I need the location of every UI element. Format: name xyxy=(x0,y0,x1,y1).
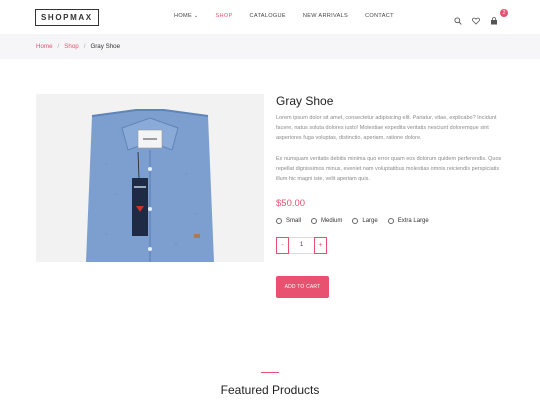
quantity-input[interactable]: 1 xyxy=(289,237,314,254)
site-logo[interactable]: SHOPMAX xyxy=(35,9,99,26)
size-option-extra-large[interactable]: Extra Large xyxy=(387,218,429,224)
heart-icon[interactable] xyxy=(472,12,480,25)
breadcrumb-separator: / xyxy=(83,43,86,50)
size-option-small[interactable]: Small xyxy=(276,218,301,224)
size-option-medium[interactable]: Medium xyxy=(311,218,342,224)
radio-medium[interactable] xyxy=(311,218,318,224)
search-icon[interactable] xyxy=(454,12,462,25)
radio-extra-large[interactable] xyxy=(387,218,394,224)
product-description: Lorem ipsum dolor sit amet, consectetur … xyxy=(276,115,497,141)
site-header: SHOPMAX HOME ⌄ SHOP CATALOGUE NEW ARRIVAL… xyxy=(0,0,540,34)
nav-new-arrivals[interactable]: NEW ARRIVALS xyxy=(303,13,348,19)
breadcrumb-shop[interactable]: Shop xyxy=(64,43,78,50)
product-price: $50.00 xyxy=(276,198,306,209)
product-image xyxy=(36,94,264,262)
featured-products-heading: Featured Products xyxy=(220,383,320,397)
size-label: Medium xyxy=(321,218,343,224)
nav-shop[interactable]: SHOP xyxy=(215,13,232,19)
add-to-cart-button[interactable]: ADD TO CART xyxy=(276,276,329,298)
quantity-decrease-button[interactable]: - xyxy=(276,237,289,254)
radio-large[interactable] xyxy=(352,218,359,224)
size-label: Small xyxy=(286,218,302,224)
main-nav: HOME ⌄ SHOP CATALOGUE NEW ARRIVALS CONTAC… xyxy=(174,13,411,19)
size-label: Large xyxy=(362,218,378,224)
chevron-down-icon: ⌄ xyxy=(193,13,199,19)
quantity-increase-button[interactable]: + xyxy=(314,237,327,254)
breadcrumb-home[interactable]: Home xyxy=(36,43,53,50)
size-label: Extra Large xyxy=(397,218,429,224)
nav-home-label: HOME xyxy=(174,13,192,19)
section-divider xyxy=(261,372,279,374)
breadcrumb-current: Gray Shoe xyxy=(90,43,121,50)
product-title: Gray Shoe xyxy=(276,94,334,108)
size-options: Small Medium Large Extra Large xyxy=(276,218,439,224)
breadcrumb-bar: Home / Shop / Gray Shoe xyxy=(0,34,540,59)
cart-count-badge: 2 xyxy=(500,9,508,17)
quantity-stepper: - 1 + xyxy=(276,237,327,254)
product-description: Ex numquam veritatis debitis minima quo … xyxy=(276,156,502,182)
cart-icon[interactable] xyxy=(490,12,498,25)
radio-small[interactable] xyxy=(276,218,282,224)
nav-catalogue[interactable]: CATALOGUE xyxy=(250,13,286,19)
size-option-large[interactable]: Large xyxy=(352,218,378,224)
breadcrumb-separator: / xyxy=(57,43,60,50)
breadcrumb: Home / Shop / Gray Shoe xyxy=(36,43,120,50)
nav-contact[interactable]: CONTACT xyxy=(365,13,394,19)
nav-home[interactable]: HOME ⌄ xyxy=(174,13,198,19)
